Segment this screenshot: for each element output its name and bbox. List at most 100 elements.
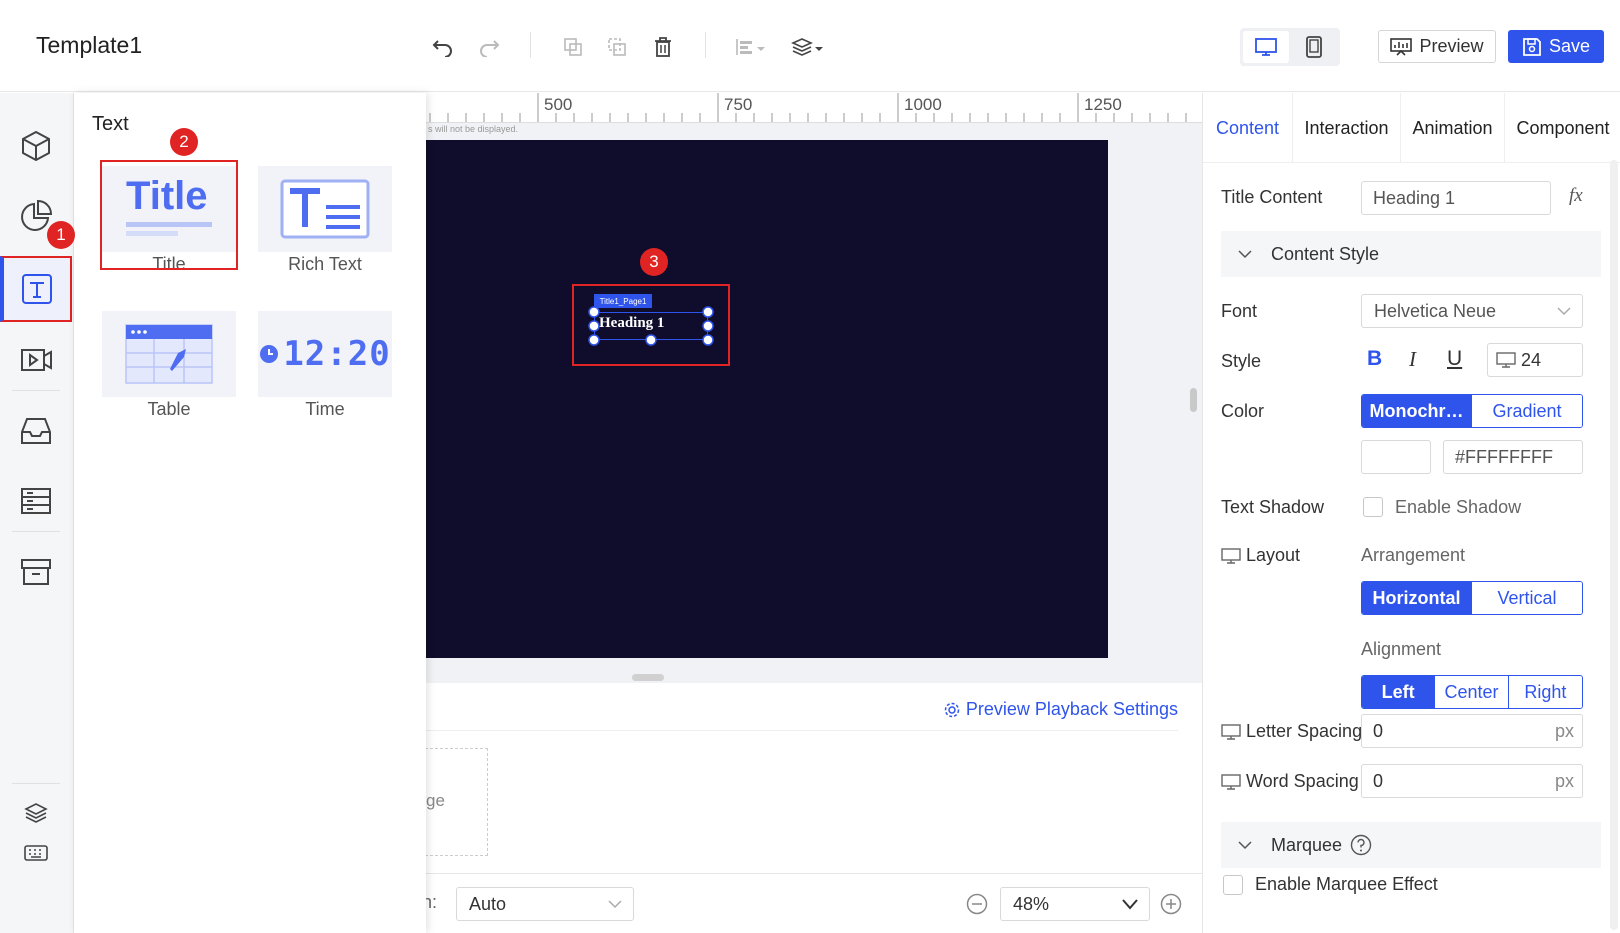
- table-icon: [125, 324, 213, 384]
- canvas-vertical-scroll[interactable]: [1190, 388, 1197, 412]
- sidebar-item-media[interactable]: [2, 327, 70, 393]
- canvas-resize-handle[interactable]: [632, 674, 664, 681]
- component-rich-text[interactable]: Rich Text: [258, 166, 392, 276]
- color-label: Color: [1221, 401, 1265, 421]
- undo-icon[interactable]: [430, 34, 456, 60]
- tab-animation[interactable]: Animation: [1401, 93, 1505, 163]
- layers-dropdown-icon[interactable]: [790, 34, 826, 60]
- chevron-down-icon: [608, 900, 622, 909]
- enable-shadow-label: Enable Shadow: [1395, 497, 1522, 517]
- tab-interaction[interactable]: Interaction: [1293, 93, 1401, 163]
- arrangement-toggle: Horizontal Vertical: [1361, 581, 1583, 615]
- divider: [410, 730, 1178, 731]
- component-time[interactable]: 12:20 Time: [258, 311, 392, 421]
- zoom-select[interactable]: 48%: [1000, 887, 1150, 921]
- align-center[interactable]: Center: [1435, 676, 1509, 708]
- color-mode-monochrome[interactable]: Monochr…: [1362, 395, 1472, 427]
- enable-marquee-checkbox[interactable]: [1223, 875, 1243, 895]
- font-size-input[interactable]: 24: [1487, 343, 1583, 377]
- align-left[interactable]: Left: [1362, 676, 1436, 708]
- fx-icon[interactable]: fx: [1569, 185, 1583, 207]
- monitor-icon: [1496, 352, 1516, 368]
- text-icon: [22, 274, 52, 304]
- unit-px: px: [1554, 720, 1574, 741]
- alignment-toggle: Left Center Right: [1361, 675, 1583, 709]
- zoom-in-icon[interactable]: [1160, 893, 1182, 915]
- word-spacing-input[interactable]: 0 px: [1361, 764, 1583, 798]
- component-table[interactable]: Table: [102, 311, 236, 421]
- letter-spacing-label: Letter Spacing: [1246, 721, 1363, 741]
- sidebar-item-inbox[interactable]: [2, 398, 70, 464]
- align-dropdown-icon[interactable]: [734, 34, 770, 60]
- ruler-mark: 750: [724, 95, 753, 114]
- desktop-view-icon[interactable]: [1243, 31, 1289, 63]
- keyboard-icon: [24, 845, 48, 861]
- copy-icon[interactable]: [560, 34, 586, 60]
- text-shadow-label: Text Shadow: [1221, 497, 1325, 517]
- redo-icon[interactable]: [476, 34, 502, 60]
- sidebar-item-text[interactable]: [0, 256, 72, 322]
- canvas-footer: n: Auto 48%: [410, 873, 1202, 933]
- help-icon[interactable]: [1350, 834, 1372, 856]
- layers-button[interactable]: [2, 793, 70, 833]
- preview-playback-settings-link[interactable]: Preview Playback Settings: [944, 699, 1178, 720]
- monitor-icon: [1221, 547, 1241, 564]
- table-thumbnail: [102, 311, 236, 397]
- tab-content[interactable]: Content: [1203, 93, 1293, 163]
- sidebar-item-archive[interactable]: [2, 539, 70, 605]
- template-title[interactable]: Template1: [36, 32, 142, 59]
- canvas-stage[interactable]: Title1_Page1 Heading 1: [426, 140, 1108, 658]
- panel-title: Text: [92, 113, 129, 135]
- marquee-section[interactable]: Marquee: [1221, 822, 1601, 868]
- canvas-mode-select[interactable]: Auto: [456, 887, 634, 921]
- annotation-badge-3: 3: [640, 248, 668, 276]
- chevron-down-icon: [1238, 250, 1252, 259]
- component-label: Table: [147, 399, 191, 419]
- list-icon: [21, 488, 51, 514]
- color-hex-value: #FFFFFFFF: [1455, 446, 1553, 467]
- gear-icon: [944, 702, 960, 717]
- save-button[interactable]: Save: [1508, 30, 1604, 63]
- sidebar-divider: [12, 531, 60, 532]
- bold-button[interactable]: B: [1367, 347, 1382, 371]
- time-thumbnail: 12:20: [258, 311, 392, 397]
- word-spacing-value: 0: [1373, 770, 1384, 791]
- content-style-section[interactable]: Content Style: [1221, 231, 1601, 277]
- save-label: Save: [1548, 36, 1591, 56]
- font-select[interactable]: Helvetica Neue: [1361, 294, 1583, 328]
- content-style-label: Content Style: [1271, 243, 1380, 264]
- italic-button[interactable]: I: [1409, 347, 1416, 372]
- align-right[interactable]: Right: [1508, 676, 1582, 708]
- enable-shadow-checkbox[interactable]: [1363, 497, 1383, 517]
- tab-component[interactable]: Component: [1505, 93, 1620, 163]
- chevron-down-icon: [1557, 307, 1571, 316]
- sidebar-item-list[interactable]: [2, 468, 70, 534]
- color-mode-gradient[interactable]: Gradient: [1472, 395, 1582, 427]
- zoom-out-icon[interactable]: [966, 893, 988, 915]
- color-mode-toggle: Monochr… Gradient: [1361, 394, 1583, 428]
- color-hex-input[interactable]: #FFFFFFFF: [1443, 440, 1583, 474]
- ruler-mark: 1250: [1084, 95, 1122, 114]
- tablet-view-icon[interactable]: [1291, 31, 1337, 63]
- group-icon[interactable]: [604, 34, 630, 60]
- arrangement-horizontal[interactable]: Horizontal: [1362, 582, 1472, 614]
- letter-spacing-input[interactable]: 0 px: [1361, 714, 1583, 748]
- annotation-box-3: [572, 284, 730, 366]
- sidebar-divider: [12, 783, 60, 784]
- letter-spacing-row: Letter Spacing: [1221, 721, 1362, 742]
- canvas-mode-value: Auto: [469, 893, 507, 914]
- sidebar-item-3d[interactable]: [2, 113, 70, 179]
- font-label: Font: [1221, 301, 1258, 321]
- title-content-input[interactable]: Heading 1: [1361, 181, 1551, 215]
- word-spacing-row: Word Spacing: [1221, 771, 1359, 792]
- preview-playback-label: Preview Playback Settings: [965, 699, 1178, 719]
- properties-scrollbar[interactable]: [1610, 160, 1618, 930]
- underline-button[interactable]: U: [1447, 347, 1462, 371]
- toolbar-divider: [705, 32, 706, 58]
- keyboard-button[interactable]: [2, 835, 70, 871]
- preview-button[interactable]: Preview: [1378, 30, 1496, 63]
- arrangement-vertical[interactable]: Vertical: [1472, 582, 1582, 614]
- color-swatch[interactable]: [1361, 440, 1431, 474]
- chevron-down-icon: [1238, 841, 1252, 850]
- delete-icon[interactable]: [650, 34, 676, 60]
